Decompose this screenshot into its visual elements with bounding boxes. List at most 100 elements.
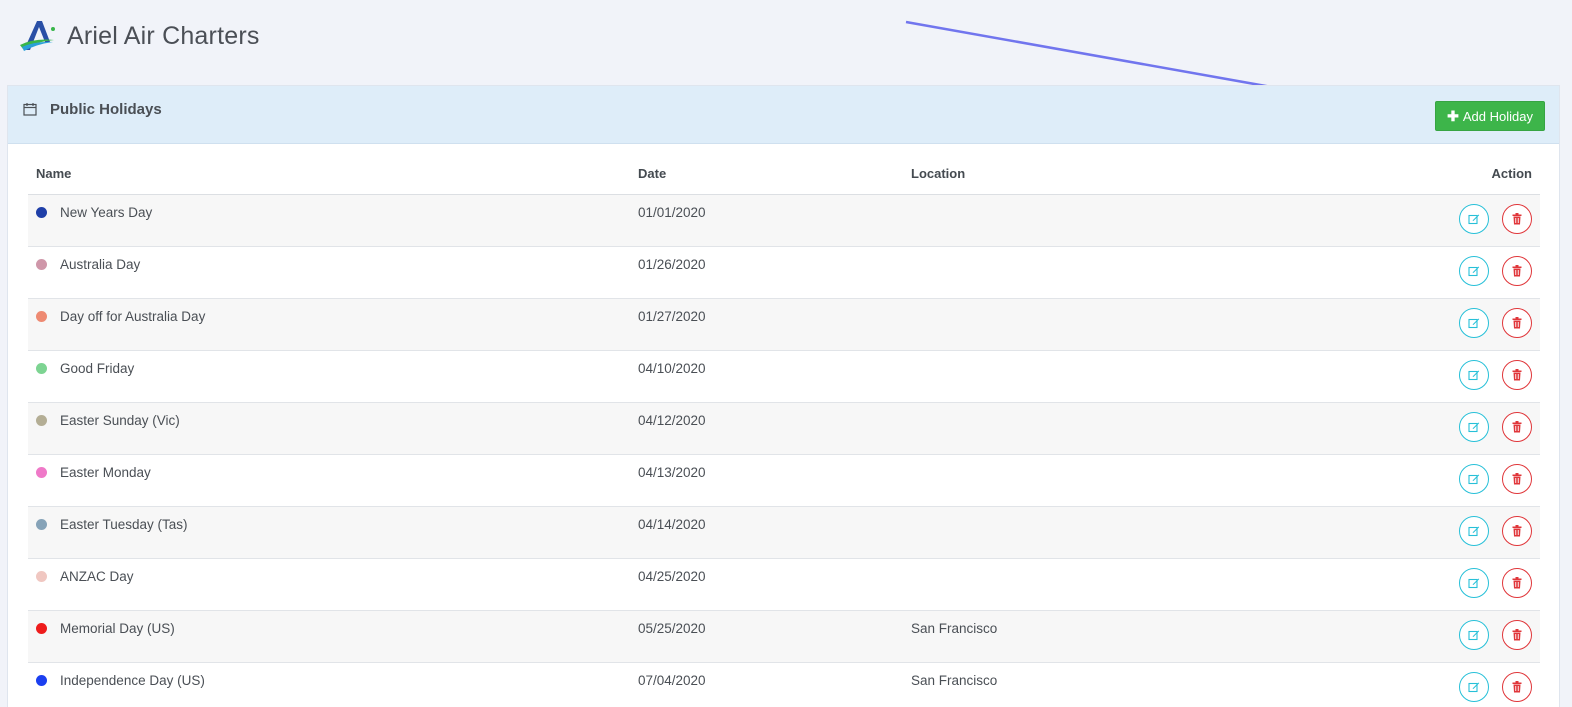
holiday-name: Memorial Day (US) [60,620,175,636]
app-title: Ariel Air Charters [67,22,260,50]
delete-button[interactable] [1502,463,1532,494]
holiday-location [903,402,1423,454]
trash-icon [1512,264,1522,276]
delete-button[interactable] [1502,411,1532,442]
column-header-action: Action [1423,166,1540,195]
edit-button[interactable] [1459,307,1489,338]
holiday-actions [1423,454,1540,506]
trash-icon [1512,472,1522,484]
holiday-name-cell: Easter Sunday (Vic) [28,402,630,454]
edit-icon [1468,370,1480,380]
holiday-location [903,558,1423,610]
holiday-actions [1423,402,1540,454]
ariel-logo-icon [20,21,55,51]
edit-icon [1468,630,1480,640]
table-row: Easter Monday 04/13/2020 [28,454,1540,506]
delete-button[interactable] [1502,203,1532,234]
edit-button[interactable] [1459,463,1489,494]
edit-button[interactable] [1459,203,1489,234]
trash-icon [1512,316,1522,328]
table-row: Easter Sunday (Vic) 04/12/2020 [28,402,1540,454]
delete-button[interactable] [1502,307,1532,338]
column-header-date[interactable]: Date [630,166,903,195]
table-body: New Years Day 01/01/2020 Australia Day 0… [28,194,1540,707]
holiday-color-dot [36,570,47,582]
delete-button[interactable] [1502,619,1532,650]
holiday-name: Good Friday [60,360,135,376]
holiday-location: San Francisco [911,620,998,636]
holiday-color-dot [36,258,47,270]
holiday-name: ANZAC Day [60,568,134,584]
holiday-actions [1423,298,1540,350]
table-row: Independence Day (US) 07/04/2020 San Fra… [28,662,1540,707]
column-header-location[interactable]: Location [903,166,1423,195]
holiday-name: Australia Day [60,256,141,272]
holiday-location [903,454,1423,506]
delete-button[interactable] [1502,671,1532,702]
holiday-name-cell: Easter Tuesday (Tas) [28,506,630,558]
edit-icon [1468,214,1480,224]
delete-button[interactable] [1502,567,1532,598]
holiday-color-dot [36,414,47,426]
edit-icon [1468,578,1480,588]
edit-button[interactable] [1459,411,1489,442]
delete-button[interactable] [1502,515,1532,546]
holiday-date: 01/01/2020 [638,204,706,220]
edit-icon [1468,266,1480,276]
holiday-location [903,350,1423,402]
trash-icon [1512,212,1522,224]
add-holiday-label: Add Holiday [1462,108,1533,124]
holiday-location [903,194,1423,246]
holiday-actions [1423,610,1540,662]
table-row: Memorial Day (US) 05/25/2020 San Francis… [28,610,1540,662]
holiday-date: 01/26/2020 [638,256,706,272]
delete-button[interactable] [1502,359,1532,390]
holiday-name-cell: Memorial Day (US) [28,610,630,662]
table-row: Australia Day 01/26/2020 [28,246,1540,298]
top-bar: Ariel Air Charters [0,0,1572,80]
trash-icon [1512,628,1522,640]
trash-icon [1512,524,1522,536]
holiday-name: Independence Day (US) [60,672,205,688]
holiday-date: 07/04/2020 [638,672,706,688]
holiday-actions [1423,558,1540,610]
trash-icon [1512,576,1522,588]
edit-icon [1468,526,1480,536]
edit-button[interactable] [1459,515,1489,546]
holiday-name: Easter Sunday (Vic) [60,412,180,428]
holiday-name-cell: New Years Day [28,194,630,246]
holiday-name: Easter Tuesday (Tas) [60,516,188,532]
delete-button[interactable] [1502,255,1532,286]
holiday-actions [1423,246,1540,298]
holiday-color-dot [36,310,47,322]
column-header-name[interactable]: Name [28,166,630,195]
add-holiday-button[interactable]: ✚ Add Holiday [1435,101,1545,131]
holiday-location [903,506,1423,558]
holiday-date: 04/12/2020 [638,412,706,428]
holiday-location [903,246,1423,298]
holidays-table: Name Date Location Action New Years Day … [28,166,1540,707]
holiday-color-dot [36,466,47,478]
card-header: Public Holidays ✚ Add Holiday [8,86,1559,144]
table-row: Easter Tuesday (Tas) 04/14/2020 [28,506,1540,558]
holiday-date: 01/27/2020 [638,308,706,324]
holiday-color-dot [36,362,47,374]
holiday-date: 04/14/2020 [638,516,706,532]
holiday-name-cell: Independence Day (US) [28,662,630,707]
holiday-color-dot [36,518,47,530]
edit-button[interactable] [1459,567,1489,598]
edit-icon [1468,318,1480,328]
holiday-date: 04/25/2020 [638,568,706,584]
holiday-name: Easter Monday [60,464,151,480]
edit-button[interactable] [1459,255,1489,286]
edit-button[interactable] [1459,359,1489,390]
holiday-location [903,298,1423,350]
edit-button[interactable] [1459,671,1489,702]
holiday-name-cell: Good Friday [28,350,630,402]
edit-button[interactable] [1459,619,1489,650]
table-row: New Years Day 01/01/2020 [28,194,1540,246]
table-row: ANZAC Day 04/25/2020 [28,558,1540,610]
holiday-name-cell: Easter Monday [28,454,630,506]
holiday-date: 04/13/2020 [638,464,706,480]
trash-icon [1512,680,1522,692]
